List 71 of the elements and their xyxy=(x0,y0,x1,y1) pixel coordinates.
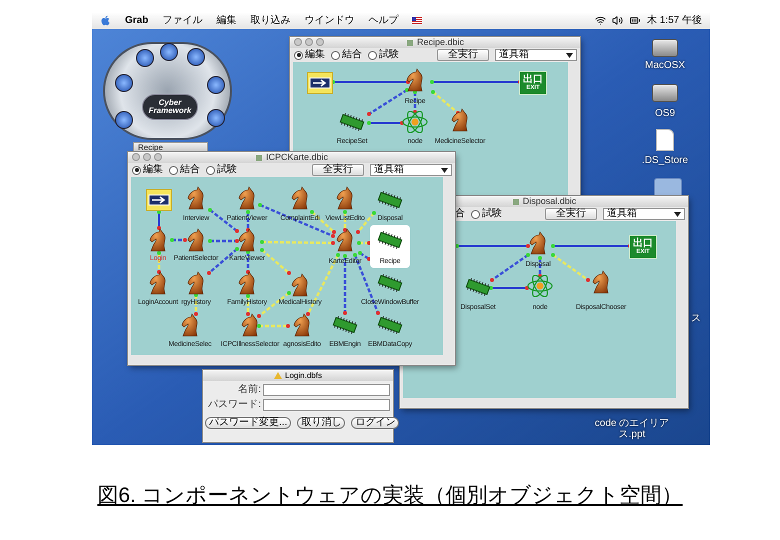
run-all-button[interactable]: 全実行 xyxy=(312,164,364,176)
radio-label: 合 xyxy=(455,209,465,219)
window-title: Login.dbfs xyxy=(285,372,322,380)
run-all-button[interactable]: 全実行 xyxy=(545,208,597,220)
text-field[interactable] xyxy=(263,399,390,411)
radio-button[interactable] xyxy=(471,210,480,218)
desktop-icon-label: ス xyxy=(691,313,701,324)
connector-line xyxy=(367,121,404,125)
window-title: Recipe.dbic xyxy=(416,38,464,47)
figure-caption: 図6. コンポーネントウェアの実装（個別オブジェクト空間） xyxy=(97,485,683,506)
file-icon[interactable] xyxy=(656,129,674,151)
toolbox-dropdown[interactable]: 道具箱 xyxy=(495,49,577,61)
menu-item[interactable]: ウインドウ xyxy=(304,13,354,28)
warning-icon xyxy=(274,372,282,379)
radio-button[interactable] xyxy=(368,50,377,60)
connector-line xyxy=(357,241,371,245)
apple-menu-icon[interactable] xyxy=(100,15,111,26)
radio-label: 編集 xyxy=(143,165,163,175)
document-icon xyxy=(406,38,414,46)
menu-clock[interactable]: 木 1:57 午後 xyxy=(646,13,702,28)
radio-label: 編集 xyxy=(305,50,325,60)
connector-line xyxy=(489,286,529,290)
menu-item[interactable]: ヘルプ xyxy=(368,13,398,28)
palette-logo: Cyber Framework xyxy=(142,94,198,120)
connector-line xyxy=(208,239,239,243)
window-title: Disposal.dbic xyxy=(522,197,576,206)
dialog-button[interactable]: パスワード変更... xyxy=(205,417,292,429)
menu-item[interactable]: ファイル xyxy=(162,13,202,28)
field-label: 名前: xyxy=(237,385,262,395)
dialog-button[interactable]: 取り消し xyxy=(297,417,346,429)
connector-line xyxy=(157,210,161,230)
exit-sign-text: 出口 xyxy=(523,75,543,85)
caret-icon xyxy=(566,52,573,58)
radio-button[interactable] xyxy=(331,50,340,60)
toolbox-dropdown[interactable]: 道具箱 xyxy=(370,164,452,176)
radio-button[interactable] xyxy=(132,166,141,174)
caret-icon xyxy=(674,212,681,216)
menu-item[interactable]: Grab xyxy=(125,13,148,28)
radio-label: 試験 xyxy=(482,209,502,219)
desktop-icon-label: OS9 xyxy=(655,108,675,119)
radio-label: 試験 xyxy=(379,50,399,60)
window-title: ICPCKarte.dbic xyxy=(266,153,328,162)
dialog-button[interactable]: ログイン xyxy=(351,417,400,429)
chip-icon[interactable] xyxy=(377,316,403,334)
toolbox-dropdown[interactable]: 道具箱 xyxy=(603,208,685,220)
radio-label: 結合 xyxy=(180,165,200,175)
caret-icon xyxy=(441,168,448,172)
radio-label: 結合 xyxy=(342,50,362,60)
field-label: パスワード: xyxy=(207,400,262,410)
run-all-button[interactable]: 全実行 xyxy=(437,49,489,61)
wifi-icon[interactable] xyxy=(594,15,606,26)
radio-label: 試験 xyxy=(217,165,237,175)
document-icon xyxy=(254,154,263,162)
flag-icon[interactable] xyxy=(412,17,422,24)
connector-line xyxy=(170,238,187,242)
radio-button[interactable] xyxy=(169,166,178,174)
radio-button[interactable] xyxy=(294,50,303,60)
text-field[interactable] xyxy=(263,384,390,396)
desktop-icon-label: code のエイリアス.ppt xyxy=(594,418,670,440)
chip-icon[interactable] xyxy=(332,316,358,334)
document-icon xyxy=(512,198,520,206)
radio-button[interactable] xyxy=(206,166,215,174)
menu-item[interactable]: 編集 xyxy=(216,13,236,28)
menu-item[interactable]: 取り込み xyxy=(250,13,290,28)
exit-sign-text: 出口 xyxy=(633,239,653,249)
connector-line xyxy=(257,324,290,328)
desktop-icon-label: MacOSX xyxy=(645,60,685,71)
battery-icon[interactable] xyxy=(628,15,641,26)
connector-line xyxy=(551,253,590,282)
volume-icon[interactable] xyxy=(612,15,623,26)
desktop-icon-label: .DS_Store xyxy=(642,155,688,166)
